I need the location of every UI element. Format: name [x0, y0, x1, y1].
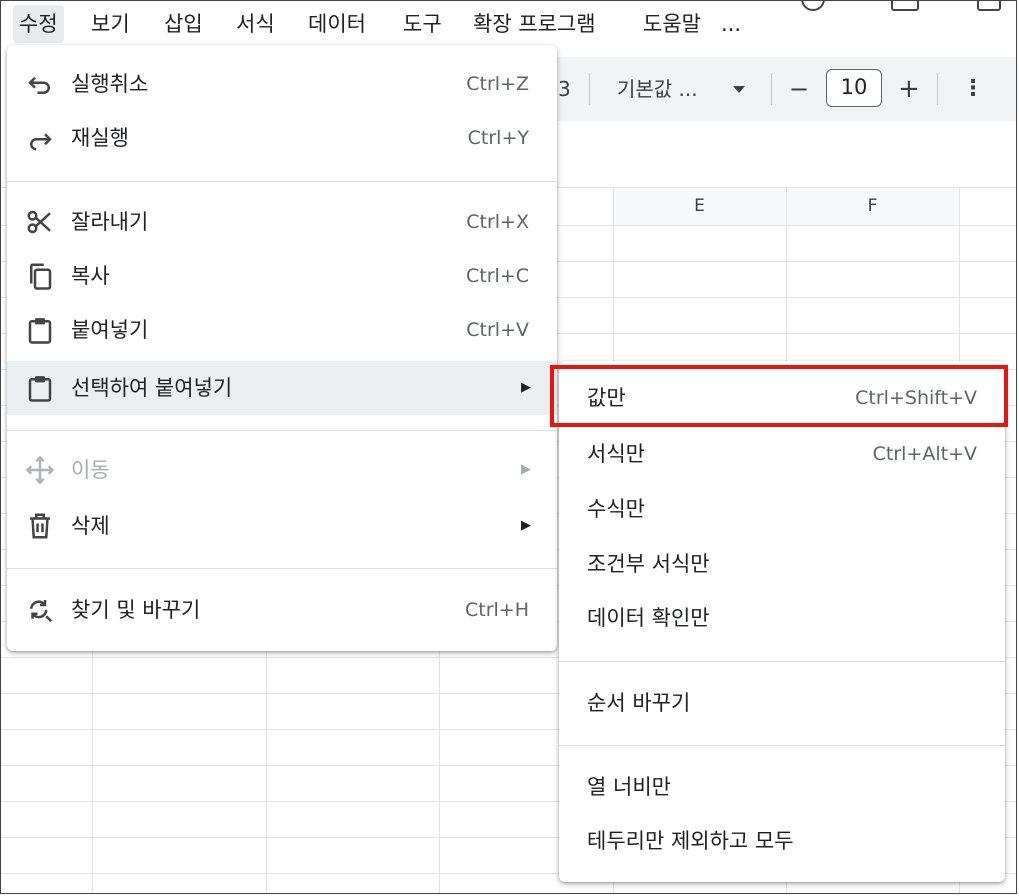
- menu-item-shortcut: Ctrl+Alt+V: [872, 443, 977, 465]
- menu-item-label: 테두리만 제외하고 모두: [587, 829, 794, 853]
- menu-item-shortcut: Ctrl+V: [466, 319, 529, 341]
- menu-tools[interactable]: 도구: [397, 5, 448, 43]
- find-replace-icon: [30, 600, 53, 623]
- menu-item-label: 열 너비만: [587, 775, 671, 799]
- font-family-dropdown-icon[interactable]: [733, 86, 745, 93]
- menu-overflow[interactable]: ...: [715, 5, 747, 43]
- clipboard-icon: [28, 318, 52, 344]
- menu-item-label: 서식만: [587, 442, 645, 466]
- column-header-e[interactable]: E: [613, 187, 786, 225]
- menu-item-label: 실행취소: [71, 72, 149, 96]
- menu-item-conditional-format-only[interactable]: 조건부 서식만: [559, 537, 1005, 591]
- undo-icon: [28, 76, 50, 94]
- redo-icon: [30, 133, 52, 151]
- comment-icon[interactable]: [891, 1, 919, 11]
- menu-item-copy[interactable]: 복사 Ctrl+C: [7, 249, 557, 303]
- submenu-arrow-icon: ▶: [521, 380, 531, 395]
- menu-item-find-replace[interactable]: 찾기 및 바꾸기 Ctrl+H: [7, 583, 557, 637]
- toolbar-separator: [937, 73, 938, 105]
- highlight-box: [550, 365, 1008, 427]
- more-options-icon[interactable]: ⋮: [962, 57, 984, 121]
- menu-item-move: 이동 ▶: [7, 443, 557, 497]
- edit-menu: 실행취소 Ctrl+Z 재실행 Ctrl+Y 잘라내기 Ctrl+X 복사 Ct…: [7, 45, 557, 651]
- menu-edit[interactable]: 수정: [13, 5, 64, 43]
- toolbar-separator: [771, 73, 772, 105]
- toolbar-separator: [589, 73, 590, 105]
- menu-item-label: 삭제: [71, 514, 110, 538]
- menu-item-label: 조건부 서식만: [587, 552, 710, 576]
- menu-item-delete[interactable]: 삭제 ▶: [7, 499, 557, 553]
- menu-item-label: 이동: [71, 458, 110, 482]
- menu-divider: [7, 181, 557, 182]
- paste-special-submenu: 값만 Ctrl+Shift+V 서식만 Ctrl+Alt+V 수식만 조건부 서…: [559, 361, 1005, 882]
- menu-item-undo[interactable]: 실행취소 Ctrl+Z: [7, 57, 557, 111]
- menu-divider: [7, 568, 557, 569]
- menu-item-cut[interactable]: 잘라내기 Ctrl+X: [7, 195, 557, 249]
- font-family-select[interactable]: 기본값 ...: [617, 57, 698, 121]
- move-icon: [25, 455, 55, 485]
- font-size-input[interactable]: 10: [826, 69, 882, 107]
- menu-item-paste-special[interactable]: 선택하여 붙여넣기 ▶: [7, 361, 557, 415]
- increase-font-size-button[interactable]: +: [898, 57, 920, 121]
- menu-format[interactable]: 서식: [230, 5, 281, 43]
- menu-view[interactable]: 보기: [85, 5, 136, 43]
- submenu-arrow-icon: ▶: [521, 462, 531, 477]
- menu-item-label: 잘라내기: [71, 210, 149, 234]
- scissors-icon: [27, 210, 51, 234]
- clipboard-icon: [28, 376, 52, 402]
- toolbar-partial-text: 3: [558, 77, 571, 101]
- menu-item-column-width-only[interactable]: 열 너비만: [559, 760, 1005, 814]
- column-header-f[interactable]: F: [787, 187, 958, 225]
- menu-item-formula-only[interactable]: 수식만: [559, 482, 1005, 536]
- sheets-window: 수정 보기 삽입 서식 데이터 도구 확장 프로그램 도움말 ... 3 기본값…: [0, 0, 1017, 894]
- decrease-font-size-button[interactable]: −: [789, 57, 809, 121]
- menu-item-shortcut: Ctrl+C: [466, 265, 529, 287]
- menu-item-label: 붙여넣기: [71, 318, 149, 342]
- meet-icon[interactable]: [977, 1, 1001, 11]
- menu-item-label: 데이터 확인만: [587, 606, 710, 630]
- menu-item-label: 수식만: [587, 497, 645, 521]
- trash-icon: [30, 513, 50, 539]
- menu-insert[interactable]: 삽입: [158, 5, 209, 43]
- menu-item-shortcut: Ctrl+Z: [466, 73, 529, 95]
- menu-item-shortcut: Ctrl+X: [466, 211, 529, 233]
- menu-item-paste[interactable]: 붙여넣기 Ctrl+V: [7, 303, 557, 357]
- menu-divider: [559, 745, 1005, 746]
- menu-item-label: 복사: [71, 264, 110, 288]
- menu-item-label: 선택하여 붙여넣기: [71, 376, 233, 400]
- history-icon[interactable]: [801, 1, 825, 11]
- submenu-arrow-icon: ▶: [521, 518, 531, 533]
- menu-help[interactable]: 도움말: [637, 5, 707, 43]
- menu-divider: [7, 430, 557, 431]
- menu-item-label: 재실행: [71, 126, 129, 150]
- menu-item-all-except-borders[interactable]: 테두리만 제외하고 모두: [559, 814, 1005, 868]
- menu-data[interactable]: 데이터: [302, 5, 372, 43]
- menu-item-transpose[interactable]: 순서 바꾸기: [559, 676, 1005, 730]
- menu-extensions[interactable]: 확장 프로그램: [467, 5, 602, 43]
- copy-icon: [30, 263, 52, 290]
- menu-item-label: 찾기 및 바꾸기: [71, 598, 201, 622]
- menu-item-format-only[interactable]: 서식만 Ctrl+Alt+V: [559, 427, 1005, 481]
- menu-item-data-validation-only[interactable]: 데이터 확인만: [559, 591, 1005, 645]
- menu-item-shortcut: Ctrl+Y: [467, 127, 529, 149]
- menu-item-shortcut: Ctrl+H: [464, 599, 529, 621]
- menu-divider: [559, 661, 1005, 662]
- menu-bar: 수정 보기 삽입 서식 데이터 도구 확장 프로그램 도움말 ...: [1, 1, 1016, 47]
- menu-item-redo[interactable]: 재실행 Ctrl+Y: [7, 111, 557, 165]
- menu-item-label: 순서 바꾸기: [587, 691, 691, 715]
